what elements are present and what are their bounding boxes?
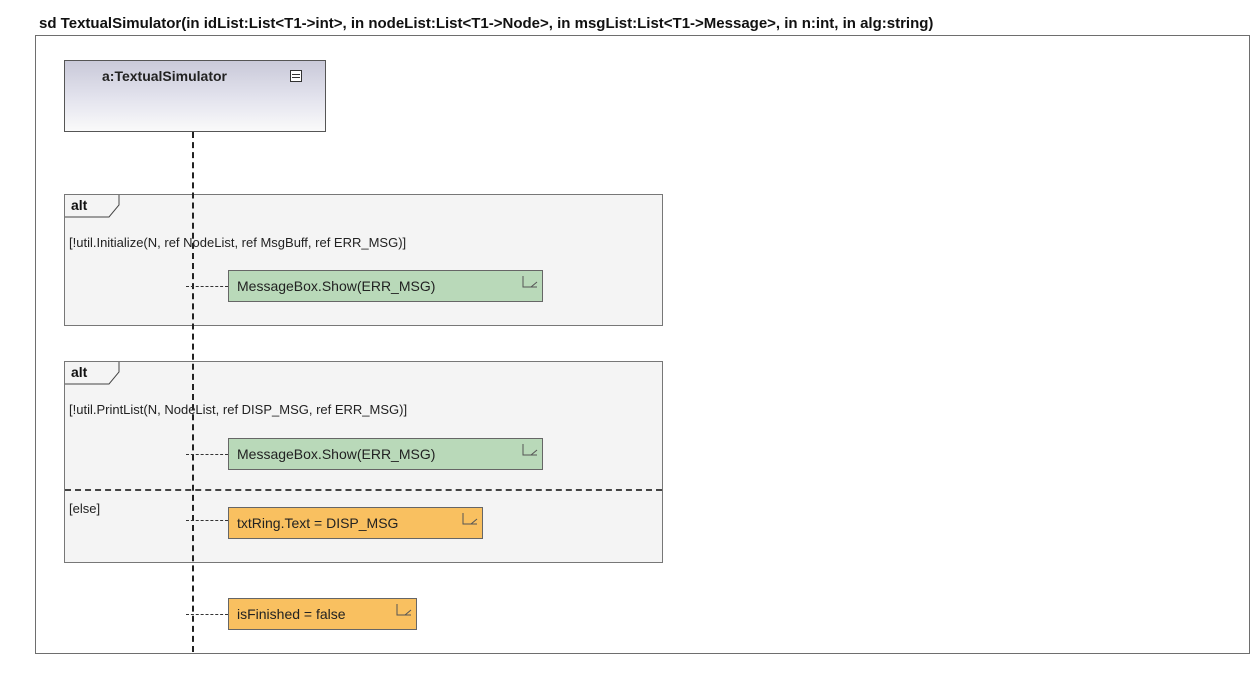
guard-condition-1: [!util.Initialize(N, ref NodeList, ref M… <box>69 235 407 250</box>
fragment-operator-2: alt <box>65 362 120 385</box>
note-isfinished[interactable]: isFinished = false <box>228 598 417 630</box>
alt-fragment-1[interactable]: alt [!util.Initialize(N, ref NodeList, r… <box>64 194 663 326</box>
note-connector <box>186 520 228 521</box>
note-messagebox-2[interactable]: MessageBox.Show(ERR_MSG) <box>228 438 543 470</box>
class-icon <box>290 70 302 82</box>
lifeline <box>192 132 194 652</box>
note-text: MessageBox.Show(ERR_MSG) <box>237 446 436 462</box>
operator-label-2: alt <box>71 364 88 380</box>
note-connector <box>186 454 228 455</box>
guard-condition-2: [!util.PrintList(N, NodeList, ref DISP_M… <box>69 402 408 417</box>
operand-separator <box>65 489 662 491</box>
note-fold-icon <box>396 604 412 616</box>
fragment-operator-1: alt <box>65 195 120 218</box>
note-fold-icon <box>522 444 538 456</box>
note-connector <box>186 614 228 615</box>
note-fold-icon <box>522 276 538 288</box>
note-connector <box>186 286 228 287</box>
lifeline-head[interactable]: a:TextualSimulator <box>64 60 326 132</box>
note-txtring[interactable]: txtRing.Text = DISP_MSG <box>228 507 483 539</box>
note-messagebox-1[interactable]: MessageBox.Show(ERR_MSG) <box>228 270 543 302</box>
operator-label-1: alt <box>71 197 88 213</box>
note-text: isFinished = false <box>237 606 346 622</box>
note-text: MessageBox.Show(ERR_MSG) <box>237 278 436 294</box>
frame-title: sd TextualSimulator(in idList:List<T1->i… <box>35 12 1250 36</box>
lifeline-name: a:TextualSimulator <box>102 68 227 84</box>
else-guard: [else] <box>69 501 101 516</box>
note-text: txtRing.Text = DISP_MSG <box>237 515 399 531</box>
note-fold-icon <box>462 513 478 525</box>
